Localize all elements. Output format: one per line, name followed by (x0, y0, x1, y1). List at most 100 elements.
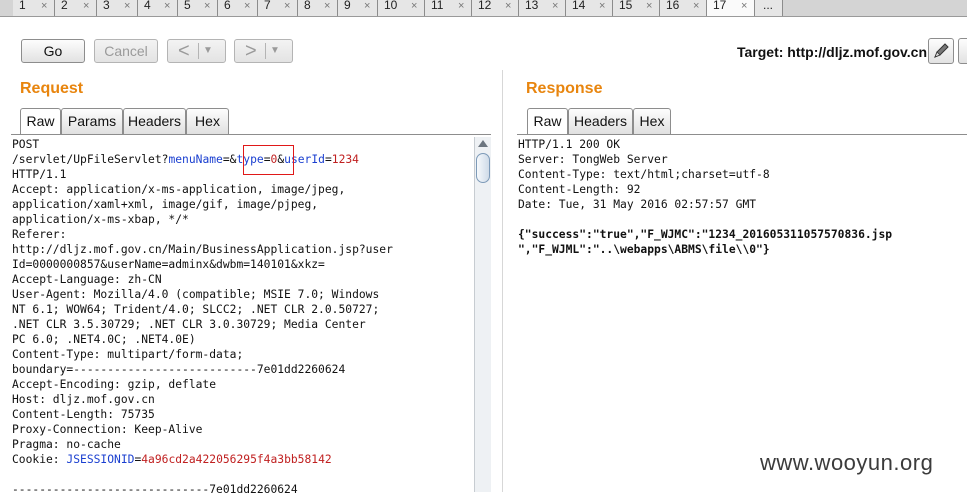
request-tab-params[interactable]: Params (61, 108, 123, 134)
request-tab-headers[interactable]: Headers (123, 108, 186, 134)
close-icon[interactable]: × (204, 1, 210, 12)
edit-target-button[interactable] (928, 38, 954, 64)
request-line: POST (12, 138, 40, 151)
response-tab-headers[interactable]: Headers (568, 108, 633, 134)
request-line: Accept: application/x-ms-application, im… (12, 183, 346, 196)
request-scrollbar[interactable] (474, 137, 491, 492)
highlight-box (243, 145, 294, 175)
tab-label: 3 (103, 0, 110, 12)
response-line: ","F_WJML":"..\webapps\ABMS\file\\0"} (518, 243, 770, 256)
help-button[interactable] (958, 38, 967, 64)
close-icon[interactable]: × (505, 1, 511, 12)
back-button[interactable]: < ▼ (167, 39, 226, 63)
tab-13[interactable]: 13 × (519, 0, 566, 16)
close-icon[interactable]: × (324, 1, 330, 12)
request-line: User-Agent: Mozilla/4.0 (compatible; MSI… (12, 288, 380, 301)
request-tab-divider (11, 134, 491, 135)
tab-12[interactable]: 12 × (472, 0, 519, 16)
request-editor[interactable]: POST/servlet/UpFileServlet?menuName=&typ… (12, 137, 393, 497)
response-tab-divider (517, 134, 967, 135)
request-line: Accept-Language: zh-CN (12, 273, 162, 286)
close-icon[interactable]: × (599, 1, 605, 12)
chevron-down-icon: ▼ (203, 45, 213, 56)
request-line: /servlet/UpFileServlet?menuName=&type=0&… (12, 153, 359, 166)
close-icon[interactable]: × (41, 1, 47, 12)
request-tab-raw[interactable]: Raw (20, 108, 61, 135)
request-line: .NET CLR 3.5.30729; .NET CLR 3.0.30729; … (12, 318, 366, 331)
forward-button[interactable]: > ▼ (234, 39, 293, 63)
request-line: Content-Type: multipart/form-data; (12, 348, 244, 361)
tab-16[interactable]: 16 × (660, 0, 707, 16)
tab-2[interactable]: 2 × (55, 0, 97, 16)
request-tab-hex[interactable]: Hex (186, 108, 229, 134)
request-line: application/x-ms-xbap, */* (12, 213, 189, 226)
close-icon[interactable]: × (164, 1, 170, 12)
request-line: Content-Length: 75735 (12, 408, 155, 421)
tab-label: 7 (264, 0, 271, 12)
cancel-button[interactable]: Cancel (94, 39, 158, 63)
tab-15[interactable]: 15 × (613, 0, 660, 16)
close-icon[interactable]: × (411, 1, 417, 12)
target-label: Target: http://dljz.mof.gov.cn (737, 44, 928, 60)
close-icon[interactable]: × (124, 1, 130, 12)
request-line: HTTP/1.1 (12, 168, 67, 181)
response-line (518, 212, 892, 227)
close-icon[interactable]: × (458, 1, 464, 12)
request-line: Host: dljz.mof.gov.cn (12, 393, 155, 406)
tab-more[interactable]: ... (755, 0, 783, 16)
back-arrow-icon: < (178, 40, 190, 62)
tab-label: 4 (144, 0, 151, 12)
request-line: Referer: (12, 228, 67, 241)
scroll-thumb[interactable] (476, 153, 490, 183)
forward-arrow-icon: > (245, 40, 257, 62)
close-icon[interactable]: × (646, 1, 652, 12)
tab-label: 8 (304, 0, 311, 12)
close-icon[interactable]: × (244, 1, 250, 12)
chevron-down-icon: ▼ (270, 45, 280, 56)
close-icon[interactable]: × (552, 1, 558, 12)
response-line: Content-Type: text/html;charset=utf-8 (518, 168, 770, 181)
response-tab-raw[interactable]: Raw (527, 108, 568, 135)
scroll-up-icon[interactable] (478, 140, 488, 147)
request-line: Pragma: no-cache (12, 438, 121, 451)
response-editor[interactable]: HTTP/1.1 200 OK Server: TongWeb Server Con… (518, 137, 892, 257)
tab-6[interactable]: 6 × (218, 0, 258, 16)
response-tab-hex[interactable]: Hex (633, 108, 671, 134)
tab-11[interactable]: 11 × (425, 0, 472, 16)
watermark: www.wooyun.org (760, 450, 934, 475)
tab-5[interactable]: 5 × (178, 0, 218, 16)
tab-label: 17 (713, 0, 727, 12)
close-icon[interactable]: × (741, 1, 747, 12)
tab-label: 13 (525, 0, 539, 12)
go-button[interactable]: Go (21, 39, 85, 63)
tab-9[interactable]: 9 × (338, 0, 378, 16)
tab-label: 15 (619, 0, 633, 12)
tab-14[interactable]: 14 × (566, 0, 613, 16)
tab-3[interactable]: 3 × (97, 0, 138, 16)
response-line: {"success":"true","F_WJMC":"1234_2016053… (518, 228, 893, 241)
tab-17[interactable]: 17 × (707, 0, 755, 16)
request-line: Accept-Encoding: gzip, deflate (12, 378, 217, 391)
tab-10[interactable]: 10 × (378, 0, 425, 16)
tab-7[interactable]: 7 × (258, 0, 298, 16)
close-icon[interactable]: × (284, 1, 290, 12)
request-line: http://dljz.mof.gov.cn/Main/BusinessAppl… (12, 243, 393, 256)
request-line: Proxy-Connection: Keep-Alive (12, 423, 203, 436)
tab-label: 9 (344, 0, 351, 12)
tab-label: 14 (572, 0, 586, 12)
panel-splitter[interactable] (502, 70, 503, 492)
tab-4[interactable]: 4 × (138, 0, 178, 16)
request-line (12, 467, 393, 482)
close-icon[interactable]: × (364, 1, 370, 12)
close-icon[interactable]: × (693, 1, 699, 12)
close-icon[interactable]: × (83, 1, 89, 12)
response-line: HTTP/1.1 200 OK (518, 138, 621, 151)
tab-8[interactable]: 8 × (298, 0, 338, 16)
request-line: PC 6.0; .NET4.0C; .NET4.0E) (12, 333, 196, 346)
tab-1[interactable]: 1 × (13, 0, 55, 16)
response-title: Response (526, 80, 603, 97)
request-line: application/xaml+xml, image/gif, image/p… (12, 198, 319, 211)
request-title: Request (20, 80, 84, 97)
tab-label: 12 (478, 0, 492, 12)
tab-label: 16 (666, 0, 680, 12)
